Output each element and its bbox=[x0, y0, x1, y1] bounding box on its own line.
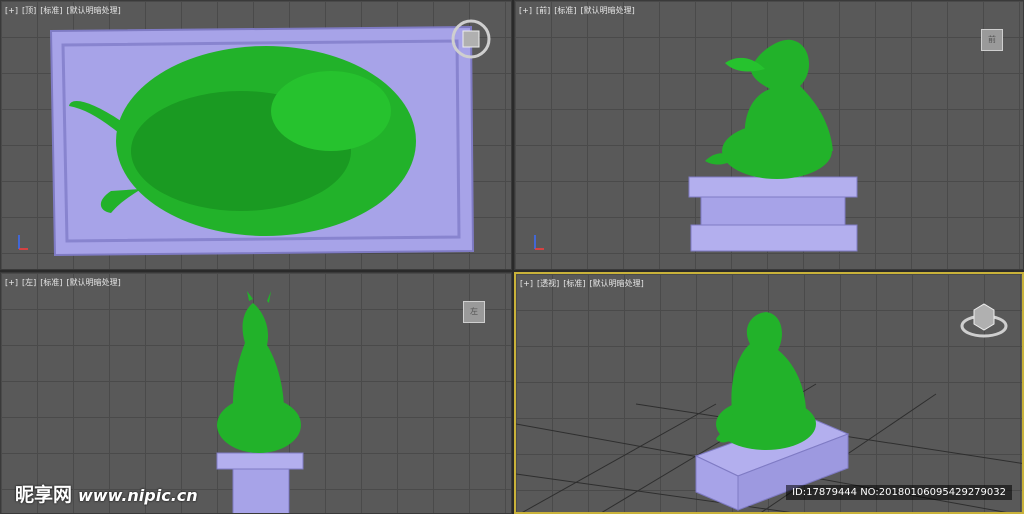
viewport-top[interactable]: [+] [顶] [标准] [默认明暗处理] bbox=[0, 0, 512, 270]
top-view-model bbox=[49, 25, 475, 257]
watermark-url: www.nipic.cn bbox=[78, 486, 198, 505]
axis-tripod-icon bbox=[534, 235, 544, 250]
front-view-model bbox=[688, 39, 858, 252]
viewcube-front[interactable]: 前 bbox=[981, 29, 1003, 51]
viewcube-perspective[interactable] bbox=[960, 296, 1008, 344]
left-view-model bbox=[216, 291, 304, 513]
viewcube-left[interactable]: 左 bbox=[463, 301, 485, 323]
viewport-front[interactable]: [+] [前] [标准] [默认明暗处理] 前 bbox=[514, 0, 1024, 270]
watermark-logo: 昵享网 www.nipic.cn bbox=[15, 484, 198, 506]
viewcube-top[interactable] bbox=[449, 17, 493, 65]
watermark-id: ID:17879444 NO:20180106095429279032 bbox=[786, 485, 1012, 500]
axis-tripod-icon bbox=[18, 235, 28, 250]
viewport-perspective[interactable]: [+] [透视] [标准] [默认明暗处理] ID:17879444 NO:20180… bbox=[514, 272, 1024, 514]
viewport-left[interactable]: [+] [左] [标准] [默认明暗处理] 左 昵享网 www.nipic.cn bbox=[0, 272, 512, 514]
perspective-grid bbox=[516, 312, 1022, 512]
